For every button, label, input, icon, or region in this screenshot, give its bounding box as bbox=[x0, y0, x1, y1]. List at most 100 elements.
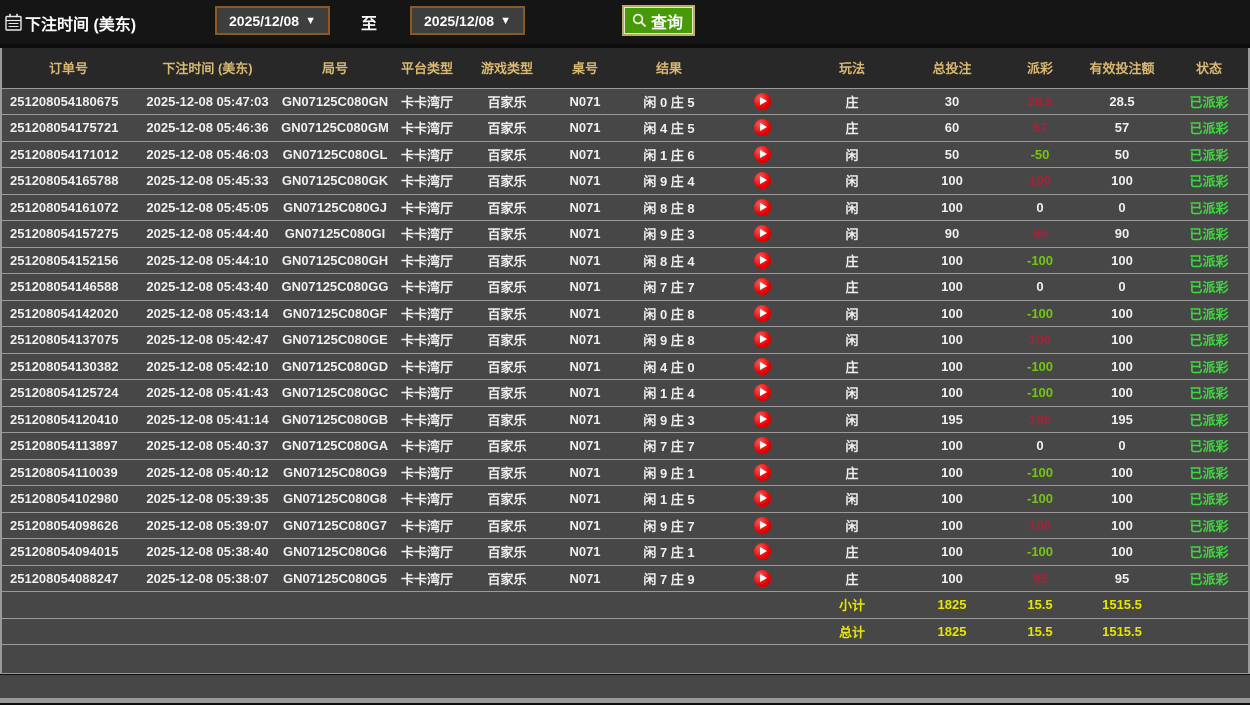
column-header-6: 桌号 bbox=[550, 48, 620, 88]
cell-valid-bet: 100 bbox=[1074, 353, 1170, 380]
cell-round-number: GN07125C080GI bbox=[280, 221, 390, 248]
cell-payout: 90 bbox=[1006, 221, 1074, 248]
cell-valid-bet: 100 bbox=[1074, 327, 1170, 354]
cell-platform-type: 卡卡湾厅 bbox=[390, 353, 464, 380]
play-video-button[interactable] bbox=[754, 199, 771, 216]
cell-order-number: 251208054102980 bbox=[2, 486, 135, 513]
cell-game-type: 百家乐 bbox=[464, 194, 550, 221]
cell-round-number: GN07125C080GF bbox=[280, 300, 390, 327]
subtotal-row-payout: 15.5 bbox=[1006, 592, 1074, 619]
cell-bet-time: 2025-12-08 05:43:40 bbox=[135, 274, 280, 301]
play-video-button[interactable] bbox=[754, 119, 771, 136]
subtotal-row-total-bet: 1825 bbox=[898, 592, 1006, 619]
cell-total-bet: 90 bbox=[898, 221, 1006, 248]
column-header-9: 玩法 bbox=[806, 48, 898, 88]
play-video-button[interactable] bbox=[754, 93, 771, 110]
table-row: 2512080541303822025-12-08 05:42:10GN0712… bbox=[2, 353, 1248, 380]
cell-valid-bet: 100 bbox=[1074, 247, 1170, 274]
cell-table-number: N071 bbox=[550, 486, 620, 513]
play-video-button[interactable] bbox=[754, 146, 771, 163]
play-video-button[interactable] bbox=[754, 464, 771, 481]
date-from-select[interactable]: 2025/12/08 ▼ bbox=[215, 6, 330, 35]
cell-status: 已派彩 bbox=[1170, 115, 1248, 142]
cell-table-number: N071 bbox=[550, 353, 620, 380]
play-icon bbox=[760, 574, 767, 582]
cell-bet-option: 闲 bbox=[806, 406, 898, 433]
cell-bet-option: 庄 bbox=[806, 353, 898, 380]
column-header-2: 下注时间 (美东) bbox=[135, 48, 280, 88]
cell-order-number: 251208054180675 bbox=[2, 88, 135, 115]
cell-status: 已派彩 bbox=[1170, 380, 1248, 407]
cell-platform-type: 卡卡湾厅 bbox=[390, 274, 464, 301]
cell-round-number: GN07125C080GJ bbox=[280, 194, 390, 221]
cell-total-bet: 100 bbox=[898, 539, 1006, 566]
play-video-button[interactable] bbox=[754, 570, 771, 587]
play-video-button[interactable] bbox=[754, 305, 771, 322]
play-video-button[interactable] bbox=[754, 358, 771, 375]
cell-bet-time: 2025-12-08 05:38:40 bbox=[135, 539, 280, 566]
cell-game-type: 百家乐 bbox=[464, 141, 550, 168]
cell-game-type: 百家乐 bbox=[464, 353, 550, 380]
play-video-button[interactable] bbox=[754, 517, 771, 534]
cell-video bbox=[718, 539, 806, 566]
play-icon bbox=[760, 150, 767, 158]
column-header-1: 订单号 bbox=[2, 48, 135, 88]
play-video-button[interactable] bbox=[754, 384, 771, 401]
play-video-button[interactable] bbox=[754, 331, 771, 348]
play-video-button[interactable] bbox=[754, 252, 771, 269]
play-video-button[interactable] bbox=[754, 278, 771, 295]
cell-bet-time: 2025-12-08 05:39:35 bbox=[135, 486, 280, 513]
cell-status: 已派彩 bbox=[1170, 141, 1248, 168]
cell-order-number: 251208054098626 bbox=[2, 512, 135, 539]
cell-video bbox=[718, 565, 806, 592]
cell-total-bet: 100 bbox=[898, 380, 1006, 407]
cell-table-number: N071 bbox=[550, 433, 620, 460]
cell-valid-bet: 100 bbox=[1074, 512, 1170, 539]
cell-round-number: GN07125C080GG bbox=[280, 274, 390, 301]
table-row: 2512080540882472025-12-08 05:38:07GN0712… bbox=[2, 565, 1248, 592]
cell-total-bet: 195 bbox=[898, 406, 1006, 433]
column-header-4: 平台类型 bbox=[390, 48, 464, 88]
date-to-select[interactable]: 2025/12/08 ▼ bbox=[410, 6, 525, 35]
cell-result: 闲 9 庄 7 bbox=[620, 512, 718, 539]
column-header-11: 派彩 bbox=[1006, 48, 1074, 88]
play-video-button[interactable] bbox=[754, 172, 771, 189]
cell-valid-bet: 50 bbox=[1074, 141, 1170, 168]
subtotal-row: 小计182515.51515.5 bbox=[2, 592, 1248, 619]
cell-blank bbox=[2, 592, 806, 619]
play-icon bbox=[760, 521, 767, 529]
cell-order-number: 251208054137075 bbox=[2, 327, 135, 354]
cell-order-number: 251208054146588 bbox=[2, 274, 135, 301]
table-row: 2512080541257242025-12-08 05:41:43GN0712… bbox=[2, 380, 1248, 407]
cell-status: 已派彩 bbox=[1170, 486, 1248, 513]
cell-order-number: 251208054110039 bbox=[2, 459, 135, 486]
subtotal-row-blank bbox=[1170, 592, 1248, 619]
cell-platform-type: 卡卡湾厅 bbox=[390, 486, 464, 513]
cell-status: 已派彩 bbox=[1170, 327, 1248, 354]
cell-bet-time: 2025-12-08 05:42:47 bbox=[135, 327, 280, 354]
date-to-value: 2025/12/08 bbox=[424, 13, 494, 29]
cell-result: 闲 9 庄 3 bbox=[620, 221, 718, 248]
cell-result: 闲 9 庄 4 bbox=[620, 168, 718, 195]
cell-table-number: N071 bbox=[550, 459, 620, 486]
cell-game-type: 百家乐 bbox=[464, 327, 550, 354]
cell-bet-option: 庄 bbox=[806, 274, 898, 301]
play-video-button[interactable] bbox=[754, 225, 771, 242]
cell-total-bet: 60 bbox=[898, 115, 1006, 142]
cell-video bbox=[718, 380, 806, 407]
play-icon bbox=[760, 494, 767, 502]
cell-order-number: 251208054130382 bbox=[2, 353, 135, 380]
query-button[interactable]: 查询 bbox=[622, 5, 695, 36]
cell-status: 已派彩 bbox=[1170, 565, 1248, 592]
total-row-payout: 15.5 bbox=[1006, 618, 1074, 645]
date-range-to-label: 至 bbox=[361, 10, 377, 34]
cell-order-number: 251208054113897 bbox=[2, 433, 135, 460]
play-video-button[interactable] bbox=[754, 490, 771, 507]
cell-platform-type: 卡卡湾厅 bbox=[390, 565, 464, 592]
total-row: 总计182515.51515.5 bbox=[2, 618, 1248, 645]
play-video-button[interactable] bbox=[754, 543, 771, 560]
play-video-button[interactable] bbox=[754, 437, 771, 454]
cell-round-number: GN07125C080G8 bbox=[280, 486, 390, 513]
play-video-button[interactable] bbox=[754, 411, 771, 428]
cell-blank bbox=[2, 618, 806, 645]
